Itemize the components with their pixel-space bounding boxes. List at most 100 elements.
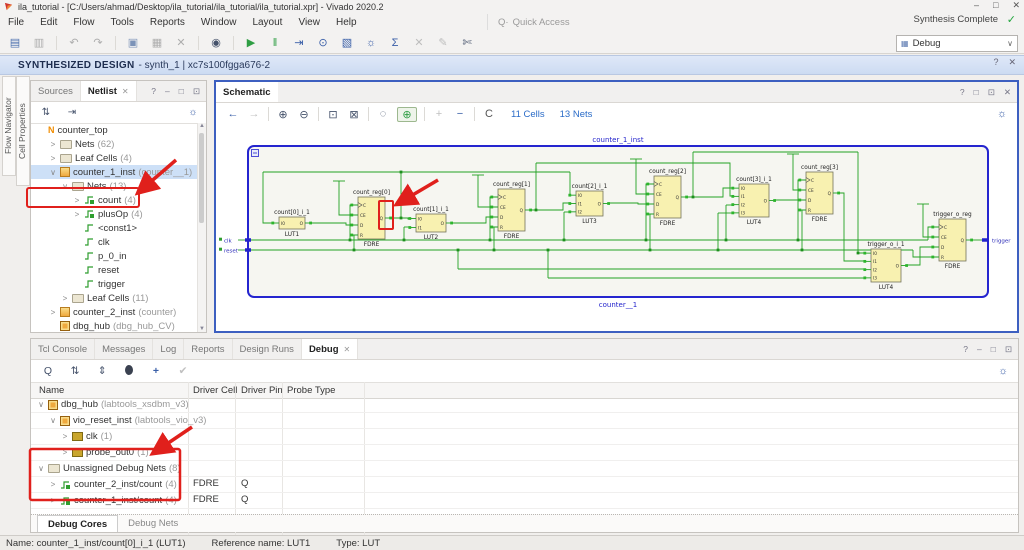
expand-icon[interactable]: > [61, 294, 69, 303]
zoom-fit-icon[interactable]: ⊡ [326, 108, 340, 121]
tree-item-dbg-hub[interactable]: ∨dbg_hub(labtools_xsdbm_v3) [31, 397, 1018, 413]
zoom-selection-icon[interactable]: ⊠ [347, 108, 361, 121]
tree-item-plusop[interactable]: >plusOp (4) [31, 207, 198, 221]
col-name[interactable]: Name [39, 385, 64, 396]
tab-log[interactable]: Log [153, 339, 184, 359]
close-tab-icon[interactable]: ✕ [344, 345, 351, 354]
expand-icon[interactable]: > [61, 432, 69, 441]
close-icon[interactable]: ✕ [1008, 57, 1016, 68]
report-icon[interactable]: ▧ [340, 36, 354, 49]
sigma-icon[interactable]: Σ [388, 37, 402, 49]
col-driver-pin[interactable]: Driver Pin [241, 385, 283, 396]
copy-icon[interactable]: ▣ [126, 36, 140, 49]
expand-icon[interactable]: > [49, 308, 57, 317]
open-project-icon[interactable]: ▤ [8, 36, 22, 49]
scroll-up-icon[interactable]: ▲ [198, 123, 206, 129]
tree-item-unassigned-debug-nets[interactable]: ∨Unassigned Debug Nets (8) [31, 461, 1018, 477]
maximize-panel-icon[interactable]: □ [179, 86, 184, 96]
menu-tools[interactable]: Tools [102, 13, 141, 32]
expand-icon[interactable]: > [49, 154, 57, 163]
quick-access-search[interactable]: Q· Quick Access [487, 14, 648, 30]
tree-item-nets[interactable]: ∨Nets (13) [31, 179, 198, 193]
tab-messages[interactable]: Messages [95, 339, 153, 359]
back-icon[interactable]: ← [226, 108, 240, 120]
menu-flow[interactable]: Flow [65, 13, 102, 32]
close-panel-icon[interactable]: ✕ [1004, 87, 1011, 98]
collapse-icon[interactable]: ∨ [61, 182, 69, 191]
add-icon[interactable]: + [149, 365, 163, 377]
cancel-icon[interactable]: ✕ [412, 36, 426, 49]
tree-item-leaf-cells[interactable]: >Leaf Cells (11) [31, 291, 198, 305]
expand-icon[interactable]: > [49, 140, 57, 149]
cells-link[interactable]: 11 Cells [511, 109, 545, 120]
tree-item-count[interactable]: >count (4) [31, 193, 198, 207]
tree-item-counter-1-inst-count[interactable]: >counter_1_inst/count (4)FDREQ [31, 493, 1018, 509]
menu-file[interactable]: File [0, 13, 32, 32]
menu-edit[interactable]: Edit [32, 13, 65, 32]
expand-icon[interactable]: > [73, 196, 81, 205]
help-icon[interactable]: ? [963, 344, 968, 354]
redo-icon[interactable]: ↷ [91, 36, 105, 49]
bottom-tab-debug-nets[interactable]: Debug Nets [118, 515, 188, 532]
layout-selector[interactable]: ▦ Debug ∨ [896, 35, 1018, 52]
tree-item-dbg-hub[interactable]: dbg_hub (dbg_hub_CV) [31, 319, 198, 332]
tree-item-leaf-cells[interactable]: >Leaf Cells (4) [31, 151, 198, 165]
maximize-panel-icon[interactable]: □ [974, 87, 979, 97]
nets-link[interactable]: 13 Nets [560, 109, 593, 120]
minimize-panel-icon[interactable]: ‒ [165, 86, 170, 96]
run-to-icon[interactable]: ⇥ [292, 36, 306, 49]
float-panel-icon[interactable]: ⊡ [1005, 344, 1012, 355]
timer-icon[interactable]: ⊙ [316, 36, 330, 49]
expand-icon[interactable]: > [73, 210, 81, 219]
tab-tcl-console[interactable]: Tcl Console [31, 339, 95, 359]
tab-netlist[interactable]: Netlist✕ [81, 81, 137, 101]
scroll-down-icon[interactable]: ▼ [198, 326, 206, 332]
minimize-panel-icon[interactable]: ‒ [977, 344, 982, 354]
settings-icon[interactable]: ☼ [364, 37, 378, 49]
autofit-off-icon[interactable]: ◌ [376, 108, 390, 120]
settings-gear-icon[interactable]: ☼ [186, 107, 200, 118]
paste-icon[interactable]: ▦ [150, 36, 164, 49]
tree-item-counter-2-inst-count[interactable]: >counter_2_inst/count (4)FDREQ [31, 477, 1018, 493]
zoom-in-icon[interactable]: ⊕ [276, 108, 290, 121]
undo-icon[interactable]: ↶ [67, 36, 81, 49]
save-icon[interactable]: ▥ [32, 36, 46, 49]
tree-item-counter-2-inst[interactable]: >counter_2_inst (counter) [31, 305, 198, 319]
close-tab-icon[interactable]: ✕ [122, 87, 129, 96]
expand-icon[interactable]: > [49, 480, 57, 489]
add-icon[interactable]: + [432, 108, 446, 120]
collapse-all-icon[interactable]: ⇅ [68, 365, 82, 377]
tree-item-counter-1-inst[interactable]: ∨counter_1_inst (counter__1) [31, 165, 198, 179]
close-icon[interactable]: ✕ [1012, 0, 1020, 11]
menu-reports[interactable]: Reports [142, 13, 193, 32]
settings-gear-icon[interactable]: ☼ [995, 108, 1009, 120]
menu-help[interactable]: Help [328, 13, 365, 32]
edit-icon[interactable]: ✎ [436, 36, 450, 49]
zoom-out-icon[interactable]: ⊖ [297, 108, 311, 121]
bug-icon[interactable] [122, 365, 136, 378]
expand-all-icon[interactable]: ⇕ [95, 365, 109, 377]
bottom-tab-debug-cores[interactable]: Debug Cores [37, 515, 118, 532]
tree-item-reset[interactable]: reset [31, 263, 198, 277]
tree-item-nets[interactable]: >Nets (62) [31, 137, 198, 151]
step-icon[interactable]: ‖ [268, 37, 282, 49]
find-icon[interactable]: ◉ [209, 36, 223, 49]
refresh-icon[interactable]: C [482, 108, 496, 120]
tree-item-trigger[interactable]: trigger [31, 277, 198, 291]
collapse-all-icon[interactable]: ⇅ [39, 107, 53, 118]
tree-item-clk[interactable]: clk [31, 235, 198, 249]
help-icon[interactable]: ? [960, 87, 965, 97]
tree-item-const1[interactable]: <const1> [31, 221, 198, 235]
run-icon[interactable]: ▶ [244, 36, 258, 49]
help-icon[interactable]: ? [993, 57, 998, 68]
delete-icon[interactable]: ✕ [174, 36, 188, 49]
netlist-scrollbar[interactable]: ▲ ▼ [197, 123, 206, 332]
help-icon[interactable]: ? [151, 86, 156, 96]
settings-gear-icon[interactable]: ☼ [996, 365, 1010, 377]
tree-item-counter-top[interactable]: Ncounter_top [31, 123, 198, 137]
menu-window[interactable]: Window [193, 13, 245, 32]
tree-item-probe-out0[interactable]: >probe_out0 (1) [31, 445, 1018, 461]
expand-icon[interactable]: > [49, 496, 57, 505]
tree-item-clk[interactable]: >clk (1) [31, 429, 1018, 445]
autofit-on-icon[interactable]: ⊕ [397, 107, 417, 122]
